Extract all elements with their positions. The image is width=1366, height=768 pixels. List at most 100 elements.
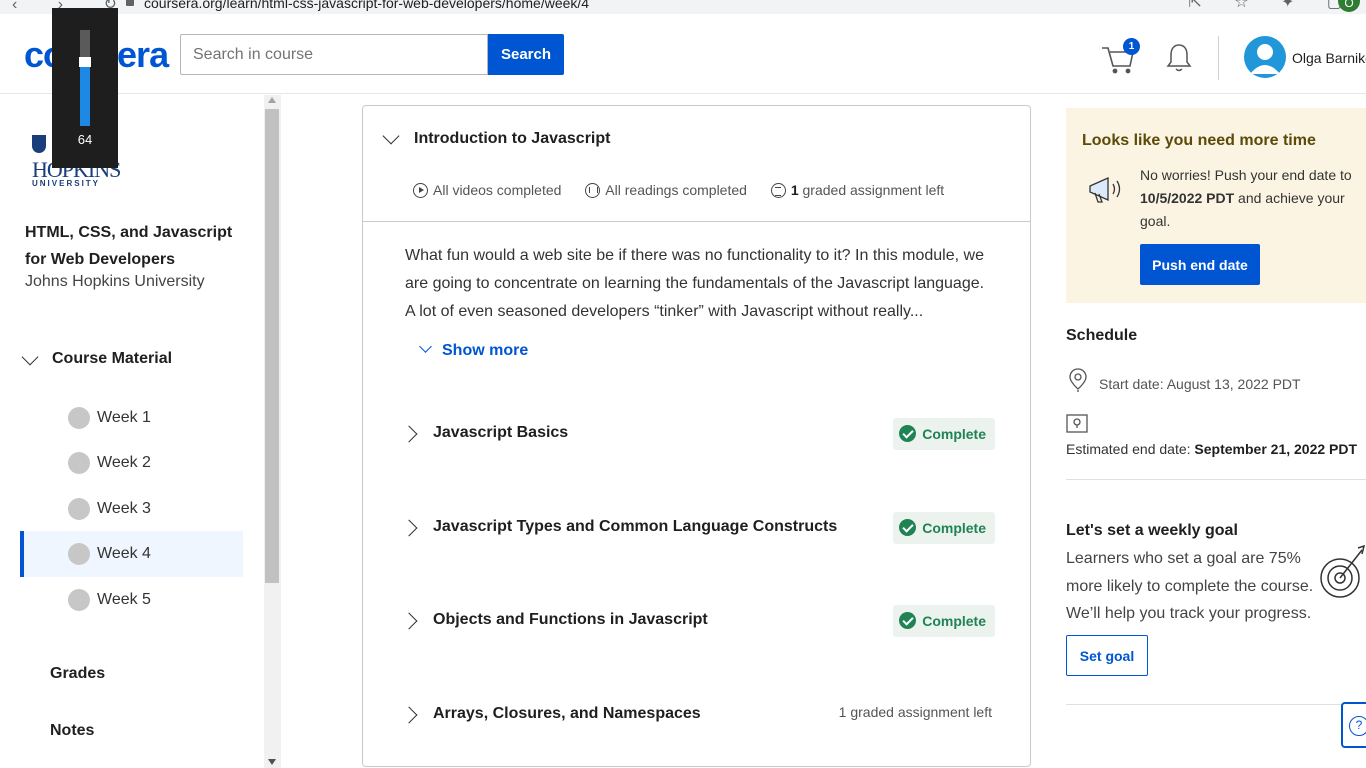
week-status-icon (68, 452, 90, 474)
search-input[interactable] (180, 34, 488, 75)
end-date-value: September 21, 2022 PDT (1194, 441, 1358, 457)
flag-icon (1066, 412, 1088, 434)
week-status-icon (68, 589, 90, 611)
check-icon (899, 519, 917, 536)
check-icon (899, 612, 917, 629)
video-icon (413, 183, 428, 198)
cart-count-badge: 1 (1123, 38, 1140, 55)
status-label: Complete (922, 426, 986, 442)
course-title: HTML, CSS, and Javascript for Web Develo… (25, 224, 233, 268)
help-button[interactable]: ? (1341, 702, 1366, 748)
week-label: Week 4 (97, 545, 151, 562)
sidebar-item-week-1[interactable]: Week 1 (20, 395, 243, 441)
complete-badge: Complete (893, 512, 995, 544)
more-time-notice: Looks like you need more time No worries… (1066, 108, 1366, 303)
username[interactable]: Olga Barniko (1292, 50, 1366, 66)
university-crest-icon (32, 135, 46, 153)
sidebar: HOPKINS UNIVERSITY HTML, CSS, and Javasc… (0, 95, 264, 768)
sidebar-item-week-4[interactable]: Week 4 (20, 531, 243, 577)
course-material-toggle[interactable]: Course Material (20, 348, 173, 368)
week-label: Week 5 (97, 591, 151, 608)
estimated-end-date: Estimated end date: September 21, 2022 P… (1066, 441, 1357, 457)
volume-value: 64 (77, 132, 93, 147)
reading-icon (585, 183, 601, 198)
graded-left-note: 1 graded assignment left (838, 704, 992, 720)
url-text[interactable]: coursera.org/learn/html-css-javascript-f… (124, 0, 589, 11)
location-pin-icon (1068, 367, 1088, 393)
videos-stat: All videos completed (413, 182, 561, 198)
module-stats: All videos completed All readings comple… (413, 182, 964, 198)
lesson-row[interactable]: Javascript Basics Complete (393, 408, 997, 468)
chevron-right-icon (400, 425, 418, 443)
header-divider (1218, 36, 1219, 80)
check-icon (899, 425, 917, 442)
complete-badge: Complete (893, 605, 995, 637)
module-card: Introduction to Javascript All videos co… (362, 105, 1031, 767)
graded-count: 1 (790, 182, 799, 198)
week-label: Week 1 (97, 409, 151, 426)
lesson-name: Objects and Functions in Javascript (433, 611, 708, 628)
section-divider (1066, 704, 1366, 705)
notice-text-pre: No worries! Push your end date to (1140, 167, 1352, 183)
goal-text: Learners who set a goal are 75% more lik… (1066, 550, 1314, 622)
module-title: Introduction to Javascript (414, 130, 611, 147)
browser-action-icons[interactable]: ⇱ ☆ ✦ ▢ (1188, 0, 1356, 12)
week-status-icon (68, 407, 90, 429)
chevron-right-icon (400, 519, 418, 537)
lesson-row[interactable]: Javascript Types and Common Language Con… (393, 502, 997, 562)
week-status-icon (68, 498, 90, 520)
search-button[interactable]: Search (488, 34, 564, 75)
module-description: What fun would a web site be if there wa… (405, 247, 985, 320)
chevron-right-icon (400, 706, 418, 724)
chevron-down-icon (382, 127, 400, 145)
scrollbar-thumb[interactable] (265, 109, 279, 583)
assignment-icon (770, 183, 786, 198)
status-label: Complete (922, 613, 986, 629)
cart-icon[interactable]: 1 (1100, 38, 1140, 78)
avatar[interactable] (1244, 36, 1286, 78)
week-label: Week 2 (97, 454, 151, 471)
show-more-label: Show more (442, 342, 529, 359)
lesson-name: Javascript Types and Common Language Con… (433, 518, 838, 535)
chevron-down-icon (419, 340, 432, 353)
set-goal-button[interactable]: Set goal (1066, 635, 1148, 676)
chevron-down-icon (21, 348, 39, 366)
volume-overlay: 64 (52, 8, 118, 168)
lesson-row[interactable]: Objects and Functions in Javascript Comp… (393, 595, 997, 655)
bell-icon[interactable] (1164, 40, 1194, 74)
sidebar-scrollbar[interactable] (264, 95, 281, 768)
volume-knob (79, 57, 91, 67)
scroll-down-icon[interactable] (268, 759, 276, 765)
show-more-link[interactable]: Show more (419, 340, 529, 360)
notice-date: 10/5/2022 PDT (1140, 190, 1235, 206)
lesson-row[interactable]: Arrays, Closures, and Namespaces 1 grade… (393, 689, 997, 749)
target-icon (1314, 540, 1366, 602)
schedule-title: Schedule (1066, 327, 1138, 344)
readings-stat-text: All readings completed (605, 182, 747, 198)
videos-stat-text: All videos completed (433, 182, 562, 198)
sidebar-item-notes[interactable]: Notes (50, 722, 94, 740)
sidebar-item-week-3[interactable]: Week 3 (20, 486, 243, 532)
notice-text: No worries! Push your end date to 10/5/2… (1140, 164, 1352, 233)
lesson-name: Javascript Basics (433, 424, 569, 441)
university-logo-sub: UNIVERSITY (32, 179, 101, 188)
module-header[interactable]: Introduction to Javascript All videos co… (363, 106, 1030, 222)
course-material-label: Course Material (52, 350, 173, 367)
megaphone-icon (1086, 170, 1126, 210)
scroll-up-icon[interactable] (268, 97, 276, 103)
complete-badge: Complete (893, 418, 995, 450)
sidebar-item-week-5[interactable]: Week 5 (20, 577, 243, 623)
readings-stat: All readings completed (585, 182, 747, 198)
end-date-label: Estimated end date: (1066, 441, 1195, 457)
week-status-icon (68, 543, 90, 565)
week-label: Week 3 (97, 500, 151, 517)
sidebar-item-week-2[interactable]: Week 2 (20, 440, 243, 486)
chevron-right-icon (400, 612, 418, 630)
top-header: coursera Search 1 Olga Barniko (0, 14, 1366, 94)
sidebar-item-grades[interactable]: Grades (50, 665, 105, 683)
help-icon: ? (1349, 716, 1366, 736)
volume-level-fill (80, 65, 90, 126)
notice-title: Looks like you need more time (1082, 132, 1316, 149)
push-end-date-button[interactable]: Push end date (1140, 244, 1260, 285)
browser-url-bar: ‹ › ↻ coursera.org/learn/html-css-javasc… (0, 0, 1366, 14)
